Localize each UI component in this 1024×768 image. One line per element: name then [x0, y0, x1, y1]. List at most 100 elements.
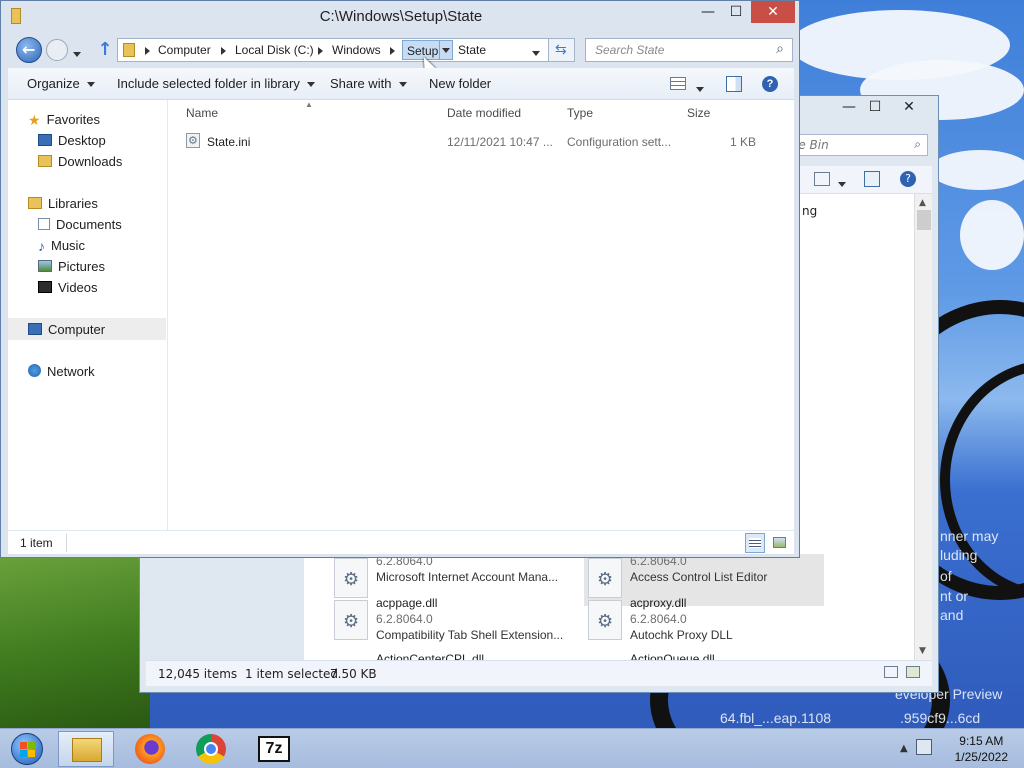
refresh-button[interactable]: ⇆ [548, 39, 574, 61]
computer-icon [28, 323, 42, 335]
large-icons-view-icon [773, 537, 786, 548]
nav-item-music[interactable]: ♪ Music [38, 238, 85, 254]
forward-button[interactable] [46, 39, 68, 61]
search-input[interactable]: Search State ⌕ [585, 38, 793, 62]
firefox-icon [135, 734, 165, 764]
file-name: State.ini [207, 135, 251, 149]
nav-item-videos[interactable]: Videos [38, 280, 98, 295]
dll-file-icon [334, 558, 368, 598]
share-with-menu[interactable]: Share with [330, 76, 408, 91]
details-view-button[interactable] [745, 533, 765, 553]
nav-item-computer[interactable]: Computer [28, 322, 105, 337]
column-header-name[interactable]: Name [186, 106, 218, 120]
preview-pane-icon[interactable] [864, 171, 880, 187]
nav-item-favorites[interactable]: ★ Favorites [28, 112, 100, 128]
search-input[interactable]: le Bin ⌕ [788, 134, 928, 156]
status-bar: 1 item [8, 530, 794, 554]
view-options-icon[interactable] [814, 172, 830, 186]
nav-item-pictures[interactable]: Pictures [38, 259, 105, 274]
dll-file-icon [334, 600, 368, 640]
column-header-date[interactable]: Date modified [447, 106, 521, 120]
breadcrumb-state[interactable]: State [458, 43, 486, 57]
nav-item-libraries[interactable]: Libraries [28, 196, 98, 211]
list-item[interactable]: acproxy.dll 6.2.8064.0 Autochk Proxy DLL [584, 596, 824, 648]
list-item[interactable]: acppage.dll 6.2.8064.0 Compatibility Tab… [330, 596, 570, 648]
column-header-type[interactable]: Type [567, 106, 593, 120]
address-bar[interactable]: Computer Local Disk (C:) Windows Setup S… [117, 38, 575, 62]
share-label: Share with [330, 76, 392, 91]
table-row[interactable]: ⚙ State.ini 12/11/2021 10:47 ... Configu… [182, 130, 782, 152]
minimize-button[interactable]: — [836, 96, 862, 118]
taskbar-firefox[interactable] [124, 731, 180, 767]
nav-item-desktop[interactable]: Desktop [38, 133, 106, 148]
desktop-icon [38, 134, 52, 146]
change-view-button[interactable] [670, 77, 686, 90]
nav-item-downloads[interactable]: Downloads [38, 154, 122, 169]
help-icon[interactable]: ? [900, 171, 916, 187]
videos-icon [38, 281, 52, 293]
show-hidden-icons-icon[interactable]: ▲ [900, 743, 908, 754]
new-folder-button[interactable]: New folder [429, 76, 491, 91]
taskbar: 7z ▲ 9:15 AM 1/25/2022 [0, 728, 1024, 768]
nav-item-network[interactable]: Network [28, 364, 95, 379]
column-header-size[interactable]: Size [687, 106, 710, 120]
taskbar-file-explorer[interactable] [58, 731, 114, 767]
chevron-down-icon[interactable] [696, 81, 704, 96]
organize-menu[interactable]: Organize [27, 76, 96, 91]
breadcrumb-local-disk[interactable]: Local Disk (C:) [235, 43, 314, 57]
taskbar-chrome[interactable] [184, 731, 240, 767]
file-size: 1 KB [730, 135, 757, 149]
file-type: Configuration sett... [567, 135, 672, 149]
minimize-button[interactable]: — [695, 1, 721, 23]
nav-label: Music [51, 238, 85, 253]
include-in-library-menu[interactable]: Include selected folder in library [117, 76, 316, 91]
scroll-thumb[interactable] [917, 210, 931, 230]
window-title: C:\Windows\Setup\State [319, 8, 483, 25]
clock-time: 9:15 AM [959, 734, 1004, 748]
pictures-icon [38, 260, 52, 272]
start-button[interactable] [2, 731, 52, 767]
breadcrumb-windows[interactable]: Windows [332, 43, 381, 57]
close-button[interactable]: ✕ [751, 1, 795, 23]
breadcrumb-separator-icon [390, 47, 395, 55]
chevron-down-icon[interactable] [838, 177, 846, 191]
up-one-level-button[interactable]: ↑ [95, 39, 115, 61]
nav-label: Computer [48, 322, 106, 337]
breadcrumb-setup-dropdown[interactable] [439, 40, 453, 60]
downloads-folder-icon [38, 155, 52, 167]
taskbar-7zip[interactable]: 7z [246, 731, 302, 767]
scroll-up-icon[interactable]: ▲ [919, 198, 926, 208]
ini-file-icon: ⚙ [186, 133, 200, 148]
close-button[interactable]: ✕ [896, 96, 922, 118]
search-icon: ⌕ [776, 41, 784, 57]
scroll-down-icon[interactable]: ▼ [919, 646, 926, 656]
maximize-button[interactable]: ☐ [723, 1, 749, 23]
nav-item-documents[interactable]: Documents [38, 217, 122, 232]
nav-label: Network [47, 364, 95, 379]
system-clock[interactable]: 9:15 AM 1/25/2022 [955, 733, 1008, 765]
search-icon: ⌕ [914, 137, 921, 151]
back-button[interactable]: ← [16, 37, 42, 63]
details-view-icon[interactable] [884, 666, 898, 678]
music-icon: ♪ [38, 238, 45, 254]
recent-pages-dropdown[interactable] [73, 47, 81, 61]
breadcrumb-computer[interactable]: Computer [158, 43, 211, 57]
address-history-dropdown[interactable] [532, 46, 540, 60]
large-icons-view-icon[interactable] [906, 666, 920, 678]
action-center-icon[interactable] [916, 739, 932, 755]
explorer-window[interactable]: C:\Windows\Setup\State — ☐ ✕ ← ↑ Compute… [0, 0, 800, 558]
wallpaper-text: of [940, 568, 952, 584]
selection-size: 7.50 KB [330, 667, 377, 681]
maximize-button[interactable]: ☐ [862, 96, 888, 118]
file-version: 6.2.8064.0 [376, 612, 433, 626]
file-description: Compatibility Tab Shell Extension... [376, 628, 564, 642]
large-icons-view-button[interactable] [770, 533, 790, 553]
chrome-icon [196, 734, 226, 764]
wallpaper-text: 64.fbl_...eap.1108 [720, 710, 832, 726]
chevron-down-icon [87, 82, 96, 88]
help-icon[interactable]: ? [762, 76, 778, 92]
wallpaper-text: .959cf9...6cd [900, 710, 981, 726]
arrow-left-icon: ← [22, 40, 36, 59]
scrollbar[interactable]: ▲ ▼ [914, 194, 932, 660]
preview-pane-button[interactable] [726, 76, 742, 92]
